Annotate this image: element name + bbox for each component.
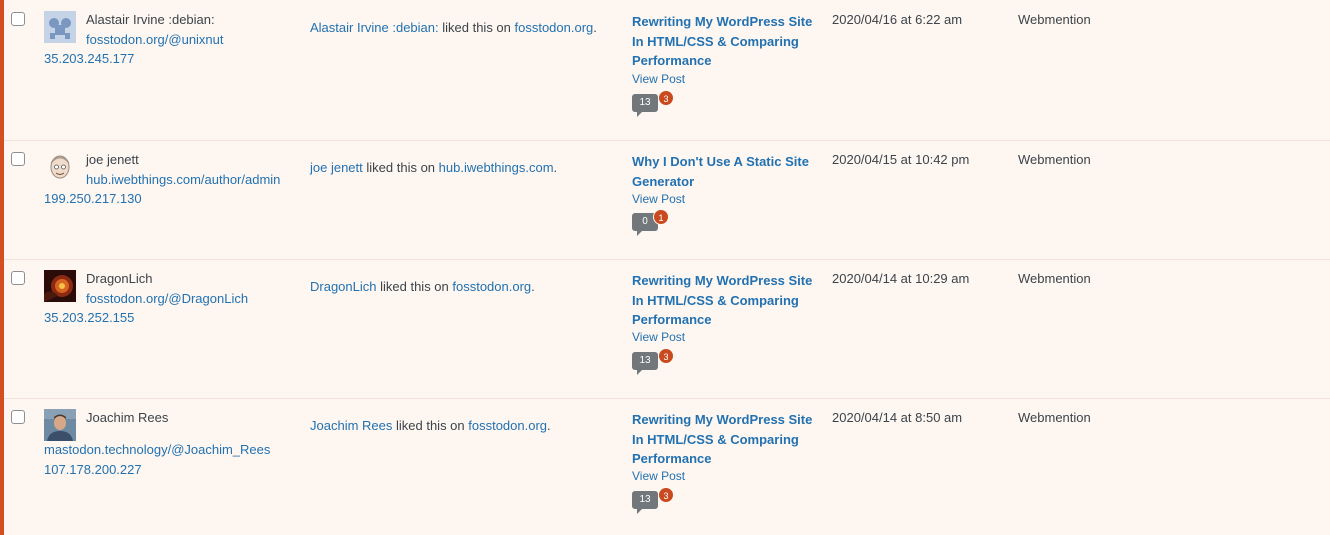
post-title-link[interactable]: Why I Don't Use A Static Site Generator — [632, 152, 822, 191]
comment-author-ip-link[interactable]: 199.250.217.130 — [44, 191, 142, 206]
post-title-link[interactable]: Rewriting My WordPress Site In HTML/CSS … — [632, 12, 822, 71]
comment-content: DragonLich liked this on fosstodon.org. — [310, 279, 535, 294]
view-post-link[interactable]: View Post — [632, 469, 685, 483]
comment-author-ip-link[interactable]: 35.203.245.177 — [44, 51, 134, 66]
submitted-on-date: 2020/04/16 at 6:22 am — [832, 12, 963, 27]
dragon-avatar-icon — [44, 270, 76, 302]
view-post-link[interactable]: View Post — [632, 192, 685, 206]
row-select-checkbox[interactable] — [11, 12, 25, 26]
comment-text-end: . — [531, 279, 535, 294]
row-select-checkbox[interactable] — [11, 271, 25, 285]
comment-row: joe jenett hub.iwebthings.com/author/adm… — [4, 140, 1330, 259]
comment-site-link[interactable]: hub.iwebthings.com — [439, 160, 554, 175]
comment-author-link[interactable]: DragonLich — [310, 279, 377, 294]
approved-comments-count[interactable]: 13 — [632, 94, 658, 112]
comment-author-name: Joachim Rees — [86, 410, 169, 425]
cartoon-face-avatar-icon — [44, 151, 76, 183]
comment-content: Alastair Irvine :debian: liked this on f… — [310, 20, 597, 35]
comment-author-name: joe jenett — [86, 152, 139, 167]
comment-site-link[interactable]: fosstodon.org — [515, 20, 594, 35]
comment-author-ip-link[interactable]: 107.178.200.227 — [44, 462, 142, 477]
comment-row: DragonLich fosstodon.org/@DragonLich 35.… — [4, 259, 1330, 398]
pending-comments-badge[interactable]: 1 — [653, 209, 669, 225]
comment-count-bubble[interactable]: 13 3 — [632, 90, 682, 118]
pending-comments-badge[interactable]: 3 — [658, 90, 674, 106]
comment-author-link[interactable]: Alastair Irvine :debian: — [310, 20, 439, 35]
comment-author-ip-link[interactable]: 35.203.252.155 — [44, 310, 134, 325]
comment-type: Webmention — [1018, 152, 1091, 167]
comment-content: joe jenett liked this on hub.iwebthings.… — [310, 160, 557, 175]
submitted-on-date: 2020/04/15 at 10:42 pm — [832, 152, 970, 167]
comment-text-middle: liked this on — [362, 160, 439, 175]
comment-author-name: Alastair Irvine :debian: — [86, 12, 215, 27]
comment-text-end: . — [593, 20, 597, 35]
comment-author-url-link[interactable]: fosstodon.org/@unixnut — [86, 32, 224, 47]
comment-row: Alastair Irvine :debian: fosstodon.org/@… — [4, 0, 1330, 140]
comment-author-url-link[interactable]: mastodon.technology/@Joachim_Rees — [44, 442, 270, 457]
comment-author-url-link[interactable]: hub.iwebthings.com/author/admin — [86, 172, 280, 187]
submitted-on-date: 2020/04/14 at 8:50 am — [832, 410, 963, 425]
comment-site-link[interactable]: fosstodon.org — [468, 418, 547, 433]
comment-count-bubble[interactable]: 0 1 — [632, 209, 682, 237]
pending-comments-badge[interactable]: 3 — [658, 487, 674, 503]
comments-table: Alastair Irvine :debian: fosstodon.org/@… — [0, 0, 1330, 535]
row-select-checkbox[interactable] — [11, 152, 25, 166]
comment-content: Joachim Rees liked this on fosstodon.org… — [310, 418, 551, 433]
bubble-tail-icon — [637, 231, 642, 236]
comment-text-middle: liked this on — [376, 279, 453, 294]
approved-comments-count[interactable]: 13 — [632, 352, 658, 370]
comment-author-name: DragonLich — [86, 271, 153, 286]
comment-text-middle: liked this on — [392, 418, 469, 433]
comment-site-link[interactable]: fosstodon.org — [452, 279, 531, 294]
comment-text-end: . — [553, 160, 558, 175]
comment-type: Webmention — [1018, 12, 1091, 27]
comment-author-link[interactable]: joe jenett — [310, 160, 363, 175]
post-title-link[interactable]: Rewriting My WordPress Site In HTML/CSS … — [632, 410, 822, 469]
bubble-tail-icon — [637, 509, 642, 514]
comment-count-bubble[interactable]: 13 3 — [632, 348, 682, 376]
comment-type: Webmention — [1018, 271, 1091, 286]
gravatar-blue-shapes-icon — [44, 11, 76, 43]
comment-text-middle: liked this on — [438, 20, 515, 35]
person-photo-avatar-icon — [44, 409, 76, 441]
row-select-checkbox[interactable] — [11, 410, 25, 424]
pending-comments-badge[interactable]: 3 — [658, 348, 674, 364]
comment-count-bubble[interactable]: 13 3 — [632, 487, 682, 515]
post-title-link[interactable]: Rewriting My WordPress Site In HTML/CSS … — [632, 271, 822, 330]
comment-author-url-link[interactable]: fosstodon.org/@DragonLich — [86, 291, 248, 306]
view-post-link[interactable]: View Post — [632, 72, 685, 86]
comment-type: Webmention — [1018, 410, 1091, 425]
bubble-tail-icon — [637, 370, 642, 375]
submitted-on-date: 2020/04/14 at 10:29 am — [832, 271, 970, 286]
bubble-tail-icon — [637, 112, 642, 117]
approved-comments-count[interactable]: 13 — [632, 491, 658, 509]
view-post-link[interactable]: View Post — [632, 330, 685, 344]
comment-author-link[interactable]: Joachim Rees — [310, 418, 392, 433]
comment-row: Joachim Rees mastodon.technology/@Joachi… — [4, 398, 1330, 535]
comment-text-end: . — [547, 418, 551, 433]
